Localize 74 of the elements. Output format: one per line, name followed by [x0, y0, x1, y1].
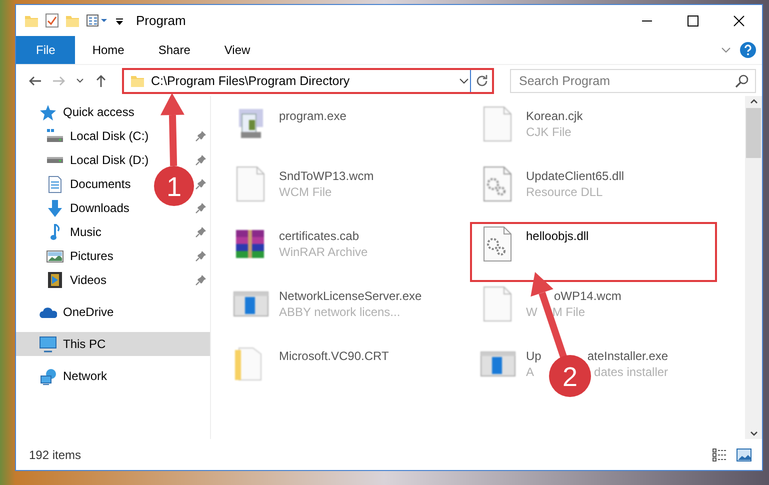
help-icon[interactable] — [740, 42, 756, 58]
sidebar-item[interactable]: Music — [46, 224, 102, 240]
file-type: A — [526, 365, 534, 379]
film-icon — [48, 272, 62, 288]
close-icon[interactable] — [733, 14, 745, 26]
star-icon — [39, 104, 57, 120]
address-bar[interactable]: C:\Program Files\Program Directory — [122, 68, 494, 94]
monitor-icon — [39, 336, 57, 352]
minimize-icon[interactable] — [641, 20, 653, 22]
sidebar-item[interactable]: This PC — [39, 336, 106, 352]
pin-icon[interactable] — [195, 178, 207, 190]
file-name: certificates.cab — [279, 229, 360, 243]
ribbon-tab[interactable]: View — [207, 36, 268, 64]
callout-badge: 1 — [154, 166, 194, 206]
up-icon[interactable] — [94, 74, 108, 88]
file-name: Up — [526, 349, 542, 363]
item-count: 192 items — [29, 448, 82, 462]
file-name: Microsoft.VC90.CRT — [279, 349, 389, 363]
file-type: WCM File — [279, 185, 332, 199]
large-icons-view-icon[interactable] — [736, 448, 752, 462]
ribbon-tab[interactable]: Share — [141, 36, 208, 64]
file-type: dates installer — [594, 365, 668, 379]
sidebar-item[interactable]: Videos — [46, 272, 106, 288]
file-name: SndToWP13.wcm — [279, 169, 374, 183]
address-path: C:\Program Files\Program Directory — [151, 74, 350, 88]
scroll-thumb[interactable] — [746, 108, 761, 158]
sidebar-item[interactable]: Pictures — [46, 249, 114, 263]
sidebar-item[interactable]: Network — [39, 368, 108, 384]
ribbon-tab[interactable]: Home — [75, 36, 142, 64]
folder-icon — [130, 73, 145, 88]
music-note-icon — [50, 224, 60, 240]
file-name: UpdateClient65.dll — [526, 169, 624, 183]
cloud-icon — [39, 306, 57, 318]
file-type: M File — [552, 305, 585, 319]
sidebar-item[interactable]: OneDrive — [39, 305, 114, 319]
sidebar-item[interactable]: Local Disk (C:) — [46, 129, 149, 143]
properties-icon[interactable] — [45, 13, 59, 28]
sidebar-item[interactable]: Quick access — [39, 104, 134, 120]
file-name: Korean.cjk — [526, 109, 583, 123]
details-view-icon[interactable] — [712, 448, 728, 462]
file-type: W — [526, 305, 538, 319]
picture-icon — [46, 250, 64, 262]
pin-icon[interactable] — [195, 130, 207, 142]
forward-icon[interactable] — [52, 74, 66, 88]
download-icon — [47, 200, 63, 216]
sidebar-item[interactable]: Local Disk (D:) — [46, 153, 149, 167]
file-type: WinRAR Archive — [279, 245, 368, 259]
ribbon-tab[interactable]: File — [16, 36, 76, 64]
refresh-icon[interactable] — [474, 74, 488, 88]
pin-icon[interactable] — [195, 250, 207, 262]
file-type: ABBY network licens... — [279, 305, 400, 319]
back-icon[interactable] — [28, 74, 42, 88]
network-icon — [40, 368, 56, 384]
pin-icon[interactable] — [195, 226, 207, 238]
file-type: Resource DLL — [526, 185, 603, 199]
sidebar-item[interactable]: Downloads — [46, 200, 130, 216]
window-title: Program — [136, 13, 187, 28]
drive-icon — [46, 129, 64, 143]
pin-icon[interactable] — [195, 274, 207, 286]
layout-icon[interactable] — [86, 13, 108, 28]
pin-icon[interactable] — [195, 154, 207, 166]
sidebar-item[interactable]: Documents — [46, 176, 131, 192]
file-name: oWP14.wcm — [554, 289, 622, 303]
search-field[interactable]: Search Program — [510, 68, 756, 92]
file-type: CJK File — [526, 125, 572, 139]
document-icon — [48, 176, 62, 192]
pin-icon[interactable] — [195, 202, 207, 214]
file-name: helloobjs.dll — [526, 229, 589, 243]
search-icon[interactable] — [735, 74, 749, 88]
file-name: NetworkLicenseServer.exe — [279, 289, 422, 303]
file-name: program.exe — [279, 109, 346, 123]
maximize-icon[interactable] — [687, 14, 699, 26]
drive-icon — [46, 156, 64, 164]
scrollbar[interactable] — [745, 96, 762, 439]
